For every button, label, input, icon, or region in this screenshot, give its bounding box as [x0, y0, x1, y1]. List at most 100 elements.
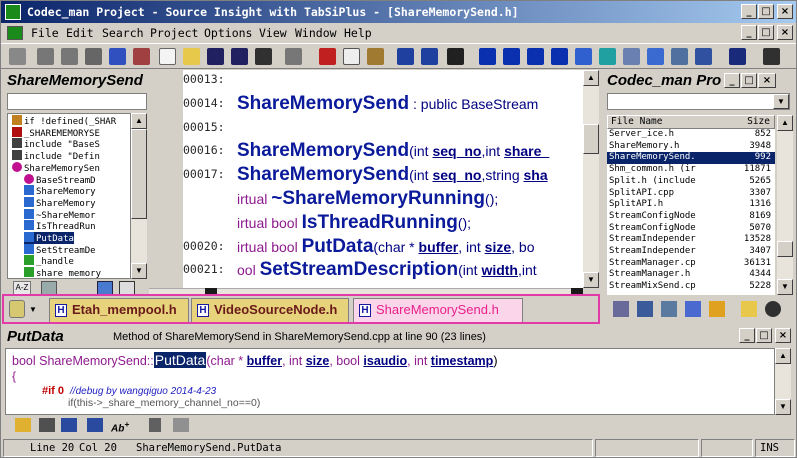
- selection-margin[interactable]: [149, 70, 183, 288]
- context-vscroll[interactable]: ▲ ▼: [775, 348, 791, 415]
- context-close-button[interactable]: ×: [775, 328, 791, 343]
- tabsiplus-icon[interactable]: [9, 300, 25, 318]
- file-row[interactable]: SplitAPI.cpp 3307: [607, 188, 775, 200]
- symbol-item[interactable]: BaseStreamD: [24, 173, 96, 186]
- scroll-down-icon[interactable]: ▼: [131, 263, 147, 279]
- pages-icon[interactable]: [119, 281, 135, 295]
- context-tool-pages-icon[interactable]: [173, 418, 189, 432]
- toolbar-more-icon[interactable]: [763, 48, 780, 65]
- context-tool-lock-icon[interactable]: [15, 418, 31, 432]
- menu-options[interactable]: Options: [204, 26, 252, 40]
- menu-window[interactable]: Window: [295, 26, 337, 40]
- print-icon[interactable]: [285, 48, 302, 65]
- list-icon[interactable]: [41, 281, 57, 295]
- file-row[interactable]: StreamMixSend.cp 5228: [607, 281, 775, 293]
- jump-next-icon[interactable]: [551, 48, 568, 65]
- bookmark-icon[interactable]: [575, 48, 592, 65]
- regex-icon[interactable]: [695, 48, 712, 65]
- navigate-back-icon[interactable]: [479, 48, 496, 65]
- file-row[interactable]: StreamIndepender 3407: [607, 246, 775, 258]
- manual-icon[interactable]: [671, 48, 688, 65]
- doc-restore-button[interactable]: □: [758, 25, 774, 40]
- context-tool-refs-icon[interactable]: [87, 418, 103, 432]
- symbol-window-icon[interactable]: [599, 48, 616, 65]
- symbol-item[interactable]: SetStreamDe: [24, 243, 96, 256]
- symbol-item[interactable]: _SHAREMEMORYSE: [12, 126, 100, 139]
- file-row[interactable]: ShareMemory.h 3948: [607, 141, 775, 153]
- symbol-item[interactable]: IsThreadRun: [24, 220, 96, 232]
- book-icon[interactable]: [97, 281, 113, 295]
- find-icon[interactable]: [9, 48, 26, 65]
- project-tool-list-icon[interactable]: [661, 301, 677, 317]
- symbol-item[interactable]: include "BaseS: [12, 138, 100, 150]
- navigate-forward-icon[interactable]: [503, 48, 520, 65]
- project-minimize-button[interactable]: _: [724, 73, 740, 88]
- cut-icon[interactable]: [319, 48, 336, 65]
- symbol-item[interactable]: PutData: [24, 232, 74, 244]
- relation-icon[interactable]: [623, 48, 640, 65]
- project-close-button[interactable]: ×: [758, 73, 776, 88]
- close-button[interactable]: ×: [777, 4, 793, 19]
- context-restore-button[interactable]: □: [756, 328, 772, 343]
- context-tool-copy-icon[interactable]: [39, 418, 55, 432]
- find-next-icon[interactable]: [61, 48, 78, 65]
- copy-icon[interactable]: [343, 48, 360, 65]
- symbol-item[interactable]: if !defined(_SHAR: [12, 115, 116, 127]
- project-list-header[interactable]: File Name Size: [607, 115, 775, 129]
- symbol-item[interactable]: ShareMemorySen: [12, 161, 100, 174]
- doc-icon[interactable]: [7, 26, 23, 40]
- project-tool-sync-icon[interactable]: [765, 301, 781, 317]
- project-scroll-down-icon[interactable]: ▼: [777, 279, 793, 295]
- file-row[interactable]: StreamIndepender 13528: [607, 234, 775, 246]
- menu-help[interactable]: Help: [344, 26, 372, 40]
- editor-scroll-down-icon[interactable]: ▼: [583, 272, 599, 288]
- menu-file[interactable]: File: [31, 26, 59, 40]
- symbol-item[interactable]: ~ShareMemor: [24, 208, 96, 221]
- save-all-icon[interactable]: [231, 48, 248, 65]
- file-row[interactable]: StreamConfigNode 5070: [607, 223, 775, 235]
- symbol-scrollbar[interactable]: ▲ ▼: [131, 113, 147, 279]
- editor-scroll-up-icon[interactable]: ▲: [583, 70, 599, 86]
- project-file-list[interactable]: Server_ice.h 852 ShareMemory.h 3948 ShareMem…: [607, 129, 775, 295]
- context-minimize-button[interactable]: _: [739, 328, 755, 343]
- open-folder-icon[interactable]: [183, 48, 200, 65]
- maximize-button[interactable]: □: [758, 4, 774, 19]
- context-scroll-down-icon[interactable]: ▼: [775, 399, 791, 415]
- menu-search[interactable]: Search: [102, 26, 144, 40]
- layout-icon[interactable]: [729, 48, 746, 65]
- sort-az-icon[interactable]: A-Z: [13, 281, 31, 295]
- menu-project[interactable]: Project: [150, 26, 198, 40]
- project-window-icon[interactable]: [647, 48, 664, 65]
- file-row[interactable]: StreamManager.h 4344: [607, 269, 775, 281]
- symbol-scroll-thumb[interactable]: [131, 129, 147, 219]
- redo-icon[interactable]: [421, 48, 438, 65]
- new-file-icon[interactable]: [159, 48, 176, 65]
- file-row[interactable]: StreamManager.cp 36131: [607, 258, 775, 270]
- project-scroll-up-icon[interactable]: ▲: [777, 115, 793, 131]
- symbol-search-input[interactable]: [7, 93, 147, 110]
- title-bar[interactable]: Codec_man Project - Source Insight with …: [1, 1, 796, 23]
- project-search-dropdown-icon[interactable]: ▼: [773, 94, 789, 109]
- tab-video-source-node[interactable]: H VideoSourceNode.h: [191, 298, 349, 322]
- col-file-name[interactable]: File Name: [611, 116, 662, 128]
- close-file-icon[interactable]: [255, 48, 272, 65]
- project-tool-open-icon[interactable]: [741, 301, 757, 317]
- toggle-icon[interactable]: [447, 48, 464, 65]
- tab-share-memory-send[interactable]: H ShareMemorySend.h: [353, 298, 523, 322]
- file-row[interactable]: ShareMemorySend. 992: [607, 152, 775, 165]
- file-row[interactable]: StreamConfigNode 8169: [607, 211, 775, 223]
- symbol-item[interactable]: include "Defin: [12, 150, 100, 162]
- xref-icon[interactable]: [133, 48, 150, 65]
- tab-etah-mempool[interactable]: H Etah_mempool.h: [49, 298, 189, 322]
- project-search-input[interactable]: [607, 93, 790, 110]
- file-row[interactable]: Split.h (include 5265: [607, 176, 775, 188]
- project-scroll-thumb[interactable]: [777, 241, 793, 257]
- col-size[interactable]: Size: [747, 116, 770, 128]
- file-row[interactable]: Shm_common.h (ir 11871: [607, 164, 775, 176]
- symbol-item[interactable]: _handle: [24, 255, 74, 267]
- context-tool-jump-icon[interactable]: [61, 418, 77, 432]
- context-code[interactable]: bool ShareMemorySend::PutData(char * buf…: [5, 348, 775, 415]
- project-restore-button[interactable]: □: [741, 73, 757, 88]
- editor-vscroll[interactable]: ▲ ▼: [583, 70, 599, 288]
- editor-scroll-thumb[interactable]: [583, 124, 599, 154]
